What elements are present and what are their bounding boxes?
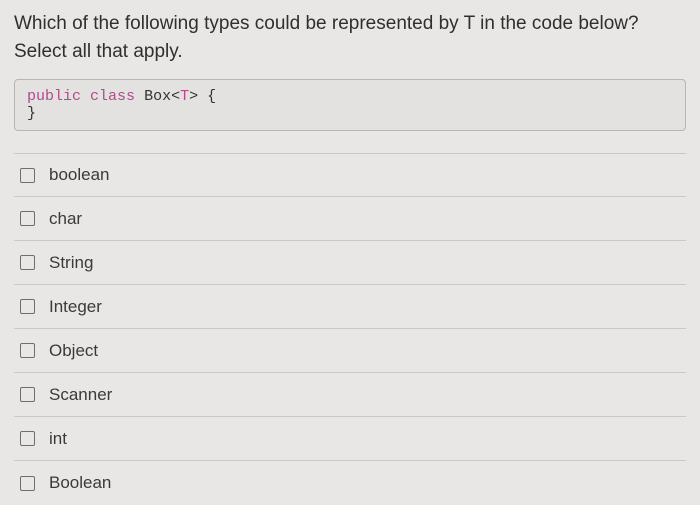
checkbox-icon[interactable] <box>20 343 35 358</box>
code-generic-open: < <box>171 88 180 105</box>
option-label: int <box>49 429 67 449</box>
code-generic-param: T <box>180 88 189 105</box>
option-label: Boolean <box>49 473 111 493</box>
checkbox-icon[interactable] <box>20 211 35 226</box>
option-row[interactable]: Object <box>14 329 686 373</box>
options-list: boolean char String Integer Object Scann… <box>14 153 686 505</box>
option-row[interactable]: char <box>14 197 686 241</box>
option-row[interactable]: Scanner <box>14 373 686 417</box>
checkbox-icon[interactable] <box>20 299 35 314</box>
code-brace-close: } <box>27 105 36 122</box>
code-generic-close: > <box>189 88 198 105</box>
option-row[interactable]: boolean <box>14 153 686 197</box>
option-row[interactable]: String <box>14 241 686 285</box>
option-label: boolean <box>49 165 110 185</box>
code-keyword-class: class <box>90 88 135 105</box>
checkbox-icon[interactable] <box>20 387 35 402</box>
option-label: String <box>49 253 93 273</box>
option-label: Scanner <box>49 385 112 405</box>
code-block: public class Box<T> { } <box>14 79 686 131</box>
option-label: Integer <box>49 297 102 317</box>
checkbox-icon[interactable] <box>20 168 35 183</box>
option-label: char <box>49 209 82 229</box>
checkbox-icon[interactable] <box>20 431 35 446</box>
code-brace-open: { <box>207 88 216 105</box>
option-row[interactable]: Boolean <box>14 461 686 505</box>
code-keyword-public: public <box>27 88 81 105</box>
question-prompt: Which of the following types could be re… <box>14 10 686 65</box>
option-label: Object <box>49 341 98 361</box>
option-row[interactable]: Integer <box>14 285 686 329</box>
option-row[interactable]: int <box>14 417 686 461</box>
quiz-page: Which of the following types could be re… <box>0 0 700 501</box>
checkbox-icon[interactable] <box>20 255 35 270</box>
code-class-name: Box <box>144 88 171 105</box>
checkbox-icon[interactable] <box>20 476 35 491</box>
